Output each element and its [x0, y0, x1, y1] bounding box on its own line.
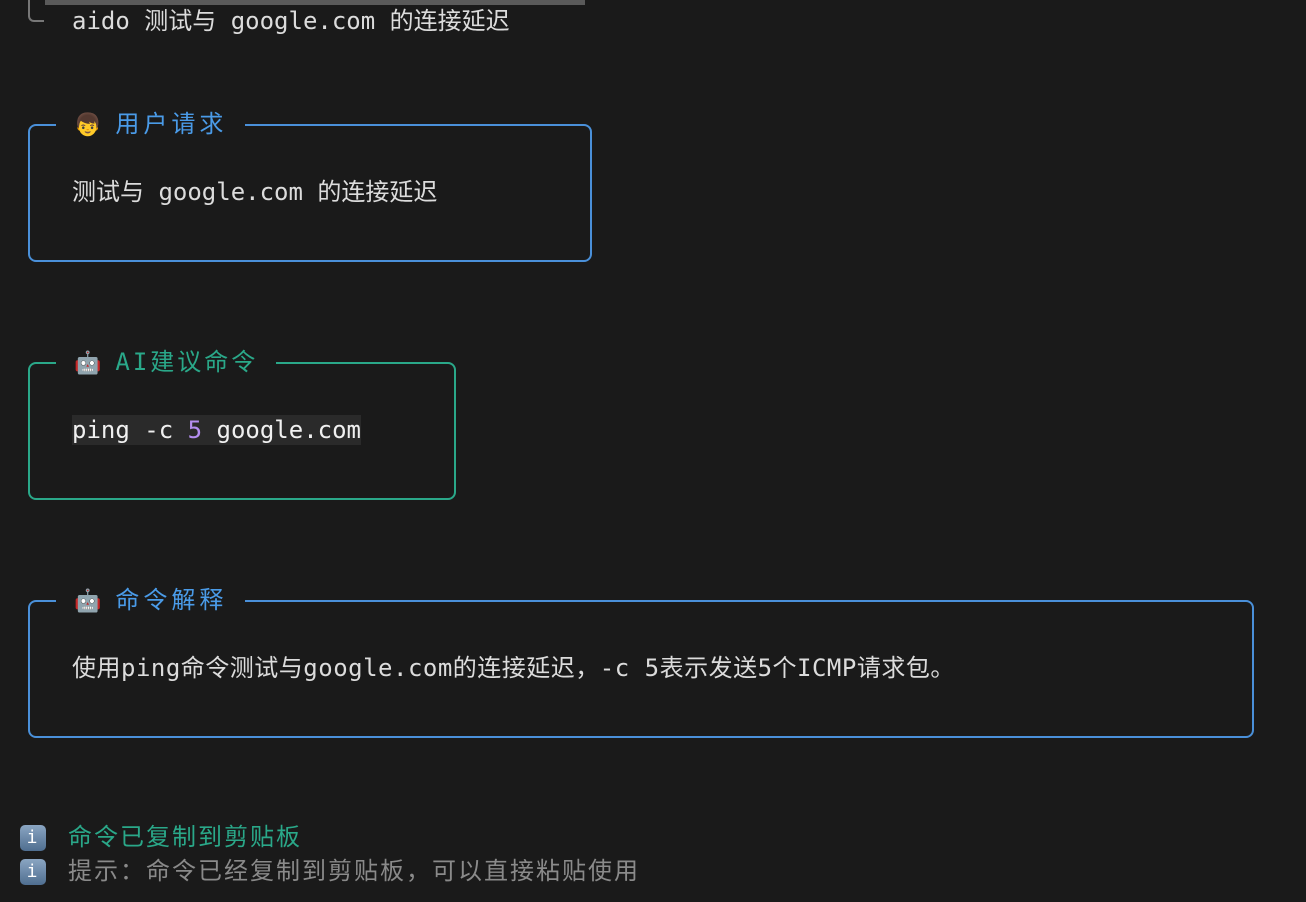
prompt-connector: [28, 0, 44, 22]
command-text: ping -c: [72, 416, 188, 444]
message-copied: i 命令已复制到剪贴板: [20, 822, 302, 852]
info-icon: i: [20, 825, 46, 851]
panel-title: 命令解释: [115, 586, 228, 614]
command-number: 5: [187, 416, 203, 444]
suggested-command[interactable]: ping -c 5 google.com: [72, 415, 361, 445]
robot-icon: 🤖: [74, 351, 102, 376]
message-text: 命令已复制到剪贴板: [68, 823, 302, 851]
previous-prompt-bar: [45, 0, 585, 5]
robot-icon: 🤖: [74, 589, 102, 614]
info-icon: i: [20, 859, 46, 885]
command-text: google.com: [202, 416, 361, 444]
explanation-panel: 🤖 命令解释 使用ping命令测试与google.com的连接延迟，-c 5表示发…: [28, 585, 1254, 738]
user-request-text: 测试与 google.com 的连接延迟: [72, 178, 438, 206]
user-request-panel: 👦 用户请求 测试与 google.com 的连接延迟: [28, 109, 592, 262]
ai-command-panel: 🤖 AI建议命令 ping -c 5 google.com: [28, 347, 456, 500]
message-text: 提示：命令已经复制到剪贴板，可以直接粘贴使用: [68, 857, 640, 885]
message-hint: i 提示：命令已经复制到剪贴板，可以直接粘贴使用: [20, 856, 640, 886]
person-icon: 👦: [74, 113, 102, 138]
panel-title: AI建议命令: [115, 348, 259, 376]
prompt-command: aido 测试与 google.com 的连接延迟: [72, 7, 510, 35]
explanation-text: 使用ping命令测试与google.com的连接延迟，-c 5表示发送5个ICM…: [72, 654, 955, 682]
panel-title: 用户请求: [115, 110, 228, 138]
